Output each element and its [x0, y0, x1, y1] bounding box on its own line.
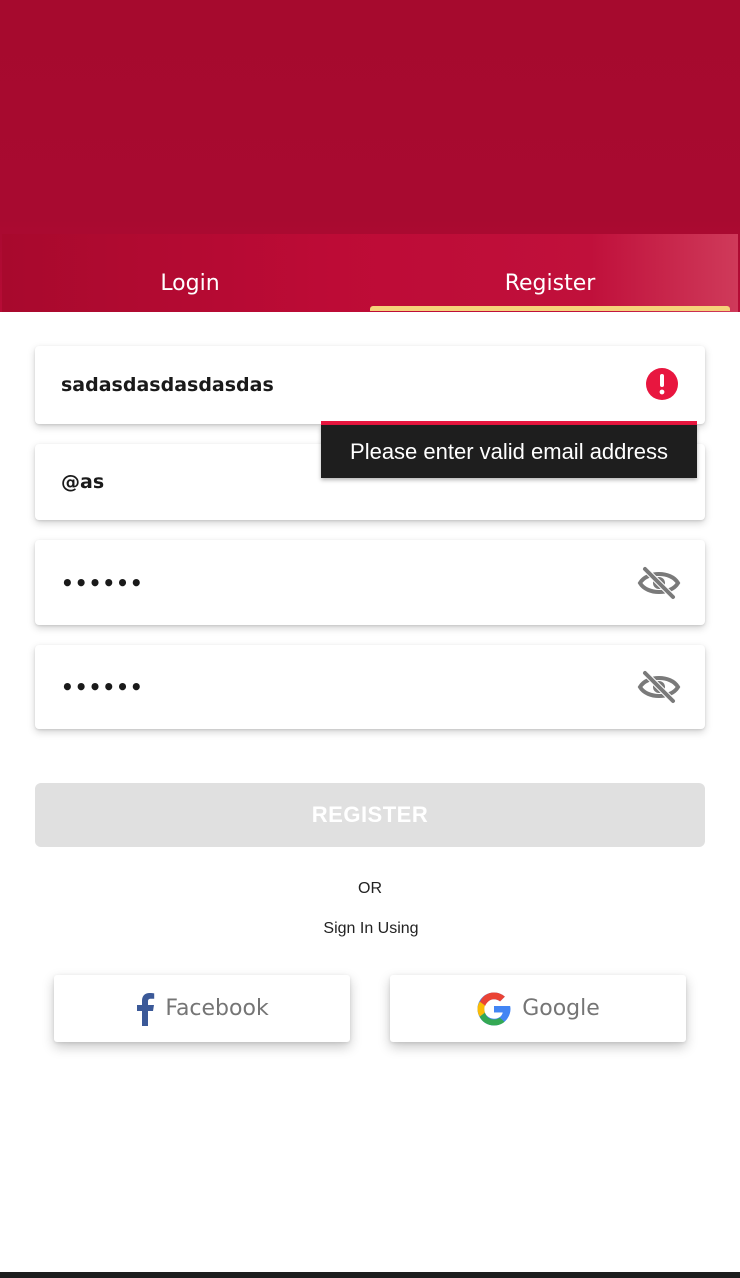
facebook-label: Facebook [165, 996, 269, 1021]
error-tooltip: Please enter valid email address [321, 425, 697, 478]
password-field[interactable]: •••••• [35, 540, 705, 625]
email-field-value: @as [61, 471, 105, 493]
google-label: Google [522, 996, 600, 1021]
register-button[interactable]: REGISTER [35, 783, 705, 847]
eye-off-icon[interactable] [637, 669, 681, 705]
facebook-button[interactable]: Facebook [54, 975, 350, 1042]
facebook-icon [137, 992, 155, 1026]
tab-register[interactable]: Register [370, 262, 730, 306]
error-icon [646, 368, 678, 400]
google-icon [477, 992, 511, 1025]
confirm-password-field-value: •••••• [61, 675, 144, 699]
sign-in-using-label: Sign In Using [323, 920, 419, 937]
eye-off-icon[interactable] [637, 565, 681, 601]
password-field-value: •••••• [61, 570, 144, 595]
bottom-system-bar [0, 1272, 740, 1278]
confirm-password-field[interactable]: •••••• [35, 645, 705, 729]
tab-login[interactable]: Login [10, 262, 370, 306]
active-tab-indicator [370, 306, 730, 311]
or-divider-label: OR [358, 880, 382, 897]
google-button[interactable]: Google [390, 975, 686, 1042]
name-field-value: sadasdasdasdasdas [61, 374, 274, 396]
name-field[interactable]: sadasdasdasdasdas [35, 346, 705, 424]
